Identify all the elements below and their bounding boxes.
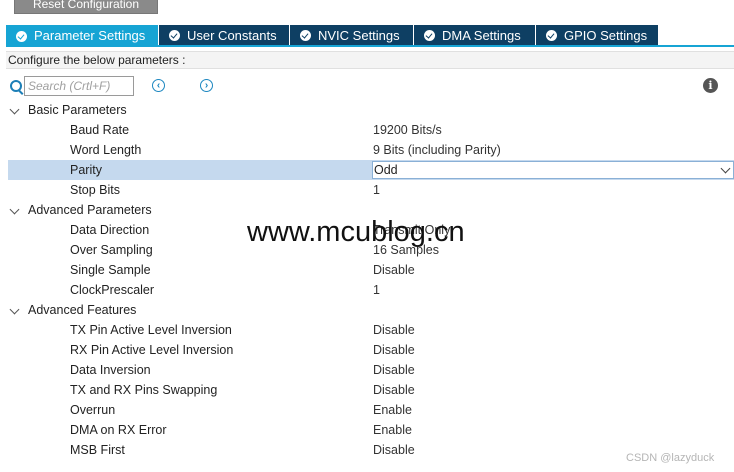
tab-label: User Constants (187, 27, 277, 43)
check-circle-icon (169, 30, 180, 41)
reset-configuration-button[interactable]: Reset Configuration (14, 0, 158, 14)
group-basic-parameters[interactable]: Basic Parameters (8, 100, 734, 120)
param-value[interactable]: 9 Bits (including Parity) (373, 140, 501, 160)
param-row-pins-swapping[interactable]: TX and RX Pins Swapping Disable (8, 380, 734, 400)
group-label: Advanced Features (28, 303, 137, 317)
param-name: Over Sampling (70, 243, 153, 257)
param-value[interactable]: Enable (373, 420, 412, 440)
tab-label: NVIC Settings (318, 27, 400, 43)
parity-select[interactable]: Odd (372, 161, 734, 179)
search-icon (10, 80, 22, 92)
param-row-tx-pin-inversion[interactable]: TX Pin Active Level Inversion Disable (8, 320, 734, 340)
param-name: TX and RX Pins Swapping (70, 383, 218, 397)
param-value[interactable]: 1 (373, 180, 380, 200)
param-value[interactable]: Disable (373, 380, 415, 400)
param-row-rx-pin-inversion[interactable]: RX Pin Active Level Inversion Disable (8, 340, 734, 360)
param-value[interactable]: Disable (373, 340, 415, 360)
param-name: Data Direction (70, 223, 150, 237)
select-value: Odd (374, 163, 398, 177)
param-value[interactable]: 19200 Bits/s (373, 120, 442, 140)
tab-bar: Parameter Settings User Constants NVIC S… (6, 25, 734, 47)
watermark: www.mcublog.cn (247, 216, 465, 248)
param-name: DMA on RX Error (70, 423, 167, 437)
param-row-word-length[interactable]: Word Length 9 Bits (including Parity) (8, 140, 734, 160)
param-name: Single Sample (70, 263, 151, 277)
param-value[interactable]: Disable (373, 320, 415, 340)
param-name: TX Pin Active Level Inversion (70, 323, 232, 337)
chevron-down-icon[interactable] (9, 204, 20, 215)
tab-label: Parameter Settings (34, 28, 146, 43)
chevron-down-icon[interactable] (720, 163, 731, 174)
param-row-dma-rx-error[interactable]: DMA on RX Error Enable (8, 420, 734, 440)
check-circle-icon (424, 30, 435, 41)
param-row-parity[interactable]: Parity Odd (8, 160, 734, 180)
tab-parameter-settings[interactable]: Parameter Settings (6, 25, 158, 47)
tab-gpio-settings[interactable]: GPIO Settings (536, 25, 658, 46)
param-name: Data Inversion (70, 363, 151, 377)
param-value[interactable]: Disable (373, 260, 415, 280)
param-name: Word Length (70, 143, 142, 157)
chevron-left-circle-icon[interactable]: ‹ (152, 79, 165, 92)
group-label: Advanced Parameters (28, 203, 152, 217)
param-row-data-inversion[interactable]: Data Inversion Disable (8, 360, 734, 380)
param-name: Overrun (70, 403, 116, 417)
info-icon[interactable]: i (703, 78, 718, 93)
param-row-single-sample[interactable]: Single Sample Disable (8, 260, 734, 280)
tab-dma-settings[interactable]: DMA Settings (414, 25, 535, 46)
param-name: Baud Rate (70, 123, 130, 137)
param-name: MSB First (70, 443, 125, 457)
param-row-clock-prescaler[interactable]: ClockPrescaler 1 (8, 280, 734, 300)
search-input[interactable] (24, 76, 134, 96)
tab-label: GPIO Settings (564, 27, 648, 43)
chevron-right-circle-icon[interactable]: › (200, 79, 213, 92)
param-name: Parity (70, 163, 102, 177)
param-row-stop-bits[interactable]: Stop Bits 1 (8, 180, 734, 200)
param-value[interactable]: Disable (373, 440, 415, 460)
chevron-down-icon[interactable] (9, 104, 20, 115)
tab-nvic-settings[interactable]: NVIC Settings (290, 25, 413, 46)
param-value[interactable]: Disable (373, 360, 415, 380)
tab-bar-underline (6, 45, 734, 47)
group-label: Basic Parameters (28, 103, 127, 117)
param-value[interactable]: Enable (373, 400, 412, 420)
param-name: Stop Bits (70, 183, 121, 197)
tab-label: DMA Settings (442, 27, 521, 43)
tab-user-constants[interactable]: User Constants (159, 25, 289, 46)
configure-caption: Configure the below parameters : (6, 51, 734, 69)
group-advanced-features[interactable]: Advanced Features (8, 300, 734, 320)
check-circle-icon (300, 30, 311, 41)
param-value[interactable]: 1 (373, 280, 380, 300)
param-name: ClockPrescaler (70, 283, 155, 297)
param-row-baud-rate[interactable]: Baud Rate 19200 Bits/s (8, 120, 734, 140)
credit-watermark: CSDN @lazyduck (626, 452, 715, 464)
check-circle-icon (546, 30, 557, 41)
param-name: RX Pin Active Level Inversion (70, 343, 234, 357)
check-circle-icon (16, 30, 27, 42)
param-row-overrun[interactable]: Overrun Enable (8, 400, 734, 420)
chevron-down-icon[interactable] (9, 304, 20, 315)
